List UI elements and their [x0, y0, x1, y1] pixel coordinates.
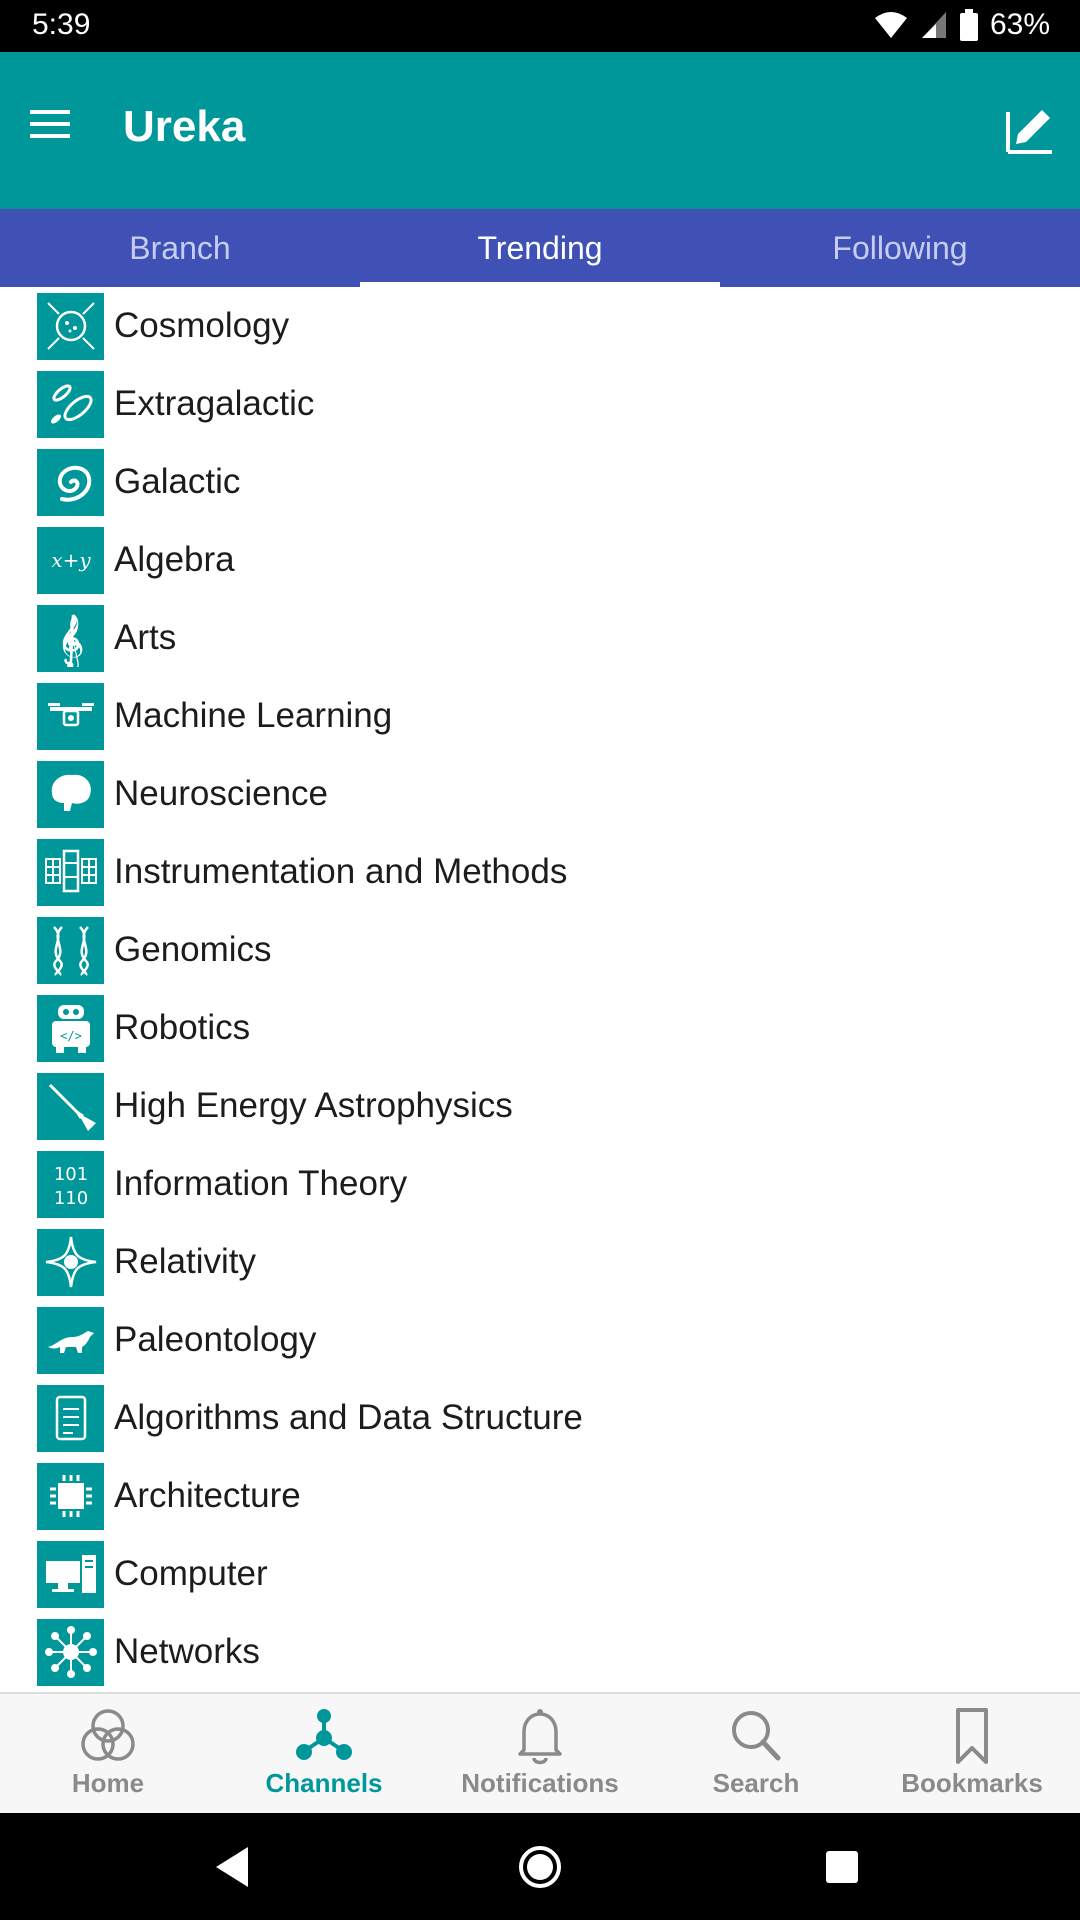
galaxy-spiral-icon	[37, 448, 104, 516]
channels-icon	[296, 1709, 352, 1760]
channel-item-extragalactic[interactable]: Extragalactic	[0, 365, 1080, 443]
tab-branch[interactable]: Branch	[0, 209, 360, 287]
channel-item-algorithms[interactable]: Algorithms and Data Structure	[0, 1379, 1080, 1457]
status-time: 5:39	[32, 8, 91, 41]
channel-item-genomics[interactable]: Genomics	[0, 911, 1080, 989]
channel-label: High Energy Astrophysics	[114, 1086, 513, 1125]
satellite-panel-icon	[37, 838, 104, 906]
channel-item-algebra[interactable]: x+y Algebra	[0, 521, 1080, 599]
drone-icon	[37, 682, 104, 750]
extragalactic-icon	[37, 370, 104, 438]
wifi-icon	[874, 12, 907, 38]
hamburger-menu-icon[interactable]	[28, 102, 72, 146]
channel-item-machine-learning[interactable]: Machine Learning	[0, 677, 1080, 755]
channel-label: Genomics	[114, 930, 272, 969]
network-icon	[37, 1618, 104, 1686]
nav-label: Channels	[265, 1768, 383, 1798]
channel-label: Paleontology	[114, 1320, 317, 1359]
binary-icon: 101 110	[37, 1150, 104, 1218]
channel-label: Cosmology	[114, 306, 290, 345]
channel-label: Neuroscience	[114, 774, 328, 813]
telescope-icon	[37, 1072, 104, 1140]
algebra-icon: x+y	[37, 526, 104, 594]
status-indicators: 63%	[874, 8, 1050, 42]
channel-item-computer[interactable]: Computer	[0, 1535, 1080, 1613]
channel-label: Information Theory	[114, 1164, 408, 1203]
channel-list: Cosmology Extragalactic Galactic x+y Alg…	[0, 287, 1080, 1692]
channel-label: Architecture	[114, 1476, 301, 1515]
chip-icon	[37, 1462, 104, 1530]
channel-label: Galactic	[114, 462, 241, 501]
system-navigation-bar	[0, 1813, 1080, 1920]
svg-text:110: 110	[53, 1188, 87, 1209]
bell-icon	[518, 1709, 562, 1765]
nav-label: Search	[712, 1768, 800, 1798]
channel-item-architecture[interactable]: Architecture	[0, 1457, 1080, 1535]
nav-search[interactable]: Search	[648, 1694, 864, 1813]
channel-item-robotics[interactable]: </> Robotics	[0, 989, 1080, 1067]
channel-label: Arts	[114, 618, 177, 657]
channel-label: Relativity	[114, 1242, 256, 1281]
home-button-icon[interactable]	[514, 1841, 566, 1893]
nav-bookmarks[interactable]: Bookmarks	[864, 1694, 1080, 1813]
treble-clef-icon: 𝄞	[37, 604, 104, 672]
computer-icon	[37, 1540, 104, 1608]
recents-icon[interactable]	[816, 1841, 868, 1893]
bottom-navigation: Home Channels Notifications Search Bookm…	[0, 1692, 1080, 1813]
nav-label: Bookmarks	[901, 1768, 1043, 1798]
status-bar: 5:39 63%	[0, 0, 1080, 52]
svg-text:101: 101	[53, 1164, 87, 1185]
bookmark-icon	[956, 1708, 988, 1764]
channel-item-galactic[interactable]: Galactic	[0, 443, 1080, 521]
channel-item-neuroscience[interactable]: Neuroscience	[0, 755, 1080, 833]
battery-icon	[959, 9, 978, 41]
channel-label: Algorithms and Data Structure	[114, 1398, 583, 1437]
channel-label: Instrumentation and Methods	[114, 852, 568, 891]
channel-label: Robotics	[114, 1008, 251, 1047]
tab-bar: Branch Trending Following	[0, 209, 1080, 287]
app-title: Ureka	[123, 102, 246, 151]
channel-label: Computer	[114, 1554, 268, 1593]
svg-text:</>: </>	[60, 1029, 82, 1043]
channel-label: Extragalactic	[114, 384, 315, 423]
channel-item-arts[interactable]: 𝄞 Arts	[0, 599, 1080, 677]
nav-notifications[interactable]: Notifications	[432, 1694, 648, 1813]
nav-label: Home	[71, 1768, 145, 1798]
cell-signal-icon	[921, 12, 946, 38]
edit-icon[interactable]	[1002, 102, 1058, 158]
robot-icon: </>	[37, 994, 104, 1062]
nav-home[interactable]: Home	[0, 1694, 216, 1813]
nav-channels[interactable]: Channels	[216, 1694, 432, 1813]
channel-label: Algebra	[114, 540, 235, 579]
cosmology-icon	[37, 292, 104, 360]
tab-trending[interactable]: Trending	[360, 209, 720, 287]
channel-label: Machine Learning	[114, 696, 393, 735]
channel-item-high-energy-astrophysics[interactable]: High Energy Astrophysics	[0, 1067, 1080, 1145]
channel-item-relativity[interactable]: Relativity	[0, 1223, 1080, 1301]
svg-text:x+y: x+y	[51, 548, 91, 572]
tab-following[interactable]: Following	[720, 209, 1080, 287]
dna-icon	[37, 916, 104, 984]
document-icon	[37, 1384, 104, 1452]
relativity-icon	[37, 1228, 104, 1296]
channel-item-cosmology[interactable]: Cosmology	[0, 287, 1080, 365]
channel-label: Networks	[114, 1632, 260, 1671]
back-icon[interactable]	[208, 1841, 260, 1893]
nav-label: Notifications	[461, 1768, 619, 1798]
channel-item-paleontology[interactable]: Paleontology	[0, 1301, 1080, 1379]
brain-icon	[37, 760, 104, 828]
battery-percent: 63%	[989, 8, 1050, 41]
channel-item-instrumentation[interactable]: Instrumentation and Methods	[0, 833, 1080, 911]
channel-item-networks[interactable]: Networks	[0, 1613, 1080, 1691]
dinosaur-icon	[37, 1306, 104, 1374]
search-icon	[732, 1711, 781, 1761]
app-bar: Ureka	[0, 52, 1080, 209]
home-rings-icon	[81, 1709, 135, 1761]
channel-item-information-theory[interactable]: 101 110 Information Theory	[0, 1145, 1080, 1223]
